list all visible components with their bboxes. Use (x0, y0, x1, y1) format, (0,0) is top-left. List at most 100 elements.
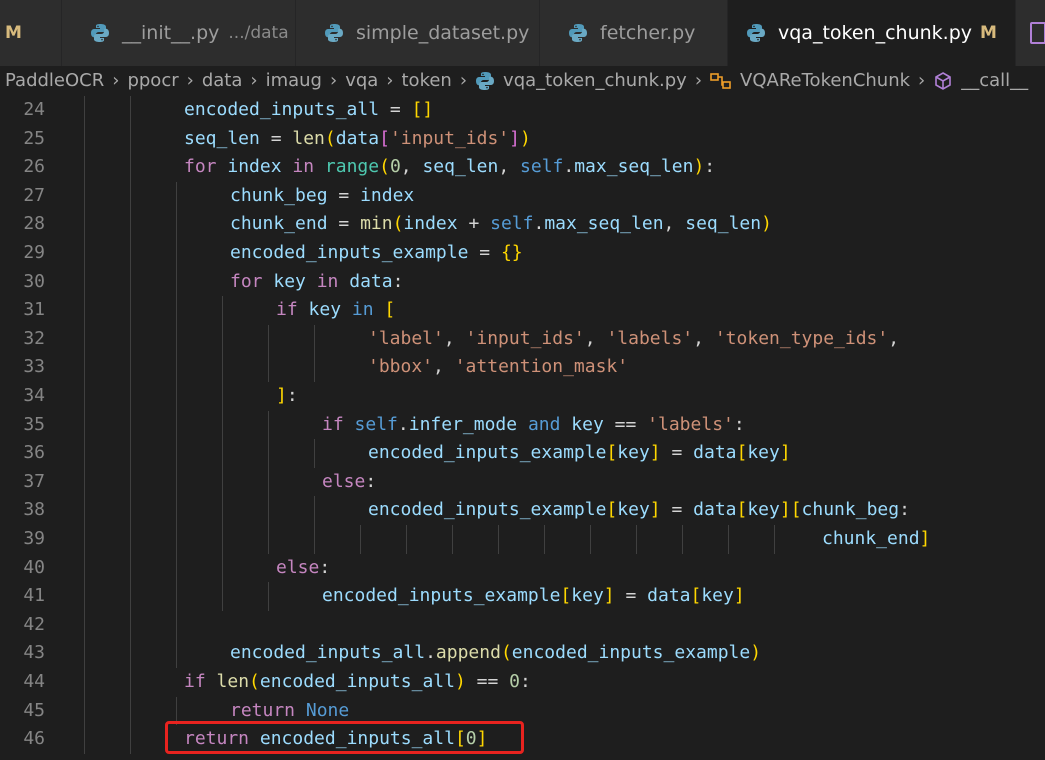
code-token: key (297, 299, 352, 321)
code-line[interactable]: 42 (0, 610, 1045, 640)
line-number: 40 (23, 556, 45, 578)
code-line[interactable]: 30 for key in data: (0, 267, 1045, 297)
breadcrumb-item-7[interactable]: VQAReTokenChunk (710, 70, 910, 91)
indent-guide (130, 267, 131, 297)
breadcrumb-item-8[interactable]: __call__ (933, 70, 1028, 91)
code-token: append (435, 642, 501, 664)
indent-guide (176, 496, 177, 525)
indent-guide (176, 210, 177, 239)
code-token: = (259, 127, 293, 149)
code-line[interactable]: 36 encoded_inputs_example[key] = data[key… (0, 439, 1045, 468)
code-token: ) (520, 127, 531, 149)
code-token: ] (649, 442, 661, 464)
breadcrumb-label: vqa_token_chunk.py (503, 69, 687, 91)
code-line[interactable]: 44 if len(encoded_inputs_all) == 0: (0, 668, 1045, 697)
code-token: [ (454, 728, 466, 750)
code-line[interactable]: 28 chunk_end = min(index + self.max_seq_l… (0, 210, 1045, 239)
code-line[interactable]: 33 'bbox', 'attention_mask' (0, 353, 1045, 382)
code-line[interactable]: 45 return None (0, 696, 1045, 726)
code-line[interactable]: 41 encoded_inputs_example[key] = data[key… (0, 582, 1045, 611)
breadcrumb-label: data (201, 69, 243, 91)
code-token: = (614, 585, 648, 607)
indent-guide (130, 496, 131, 525)
breadcrumb-label: VQAReTokenChunk (740, 69, 911, 91)
code-line[interactable]: 27 chunk_beg = index (0, 181, 1045, 211)
line-number: 33 (23, 356, 45, 378)
code-line[interactable]: 39 chunk_end] (0, 525, 1045, 554)
code-line[interactable]: 25 seq_len = len(data['input_ids']) (0, 124, 1045, 154)
indent-guide (176, 382, 177, 411)
line-number: 44 (23, 671, 45, 692)
python-file-icon (90, 23, 110, 43)
breadcrumb-item-4[interactable]: vqa (345, 70, 378, 91)
tab-0[interactable]: M (0, 0, 62, 66)
breadcrumb: PaddleOCR › ppocr › data › imaug › vqa › token › vqa… (0, 66, 1045, 94)
breadcrumb-item-3[interactable]: imaug (266, 70, 322, 91)
code-line[interactable]: 38 encoded_inputs_example[key] = data[key… (0, 496, 1045, 525)
code-text: return encoded_inputs_all[0] (184, 725, 487, 754)
indent-guide (84, 696, 85, 726)
code-token: seq_len (422, 156, 499, 178)
code-line[interactable]: 34]: (0, 382, 1045, 411)
code-line[interactable]: 32 'label', 'input_ids', 'labels', 'token… (0, 324, 1045, 354)
indent-guide (176, 267, 177, 297)
tab-2[interactable]: simple_dataset.py (296, 0, 540, 66)
breadcrumb-item-2[interactable]: data (202, 70, 243, 91)
indent-guide (84, 553, 85, 583)
code-token: 'attention_mask' (454, 356, 629, 378)
line-number: 42 (23, 613, 45, 635)
python-file-icon (324, 23, 344, 43)
indent-guide (636, 525, 637, 554)
indent-guide (268, 582, 269, 611)
indent-guide (84, 353, 85, 382)
code-token: . (425, 642, 436, 664)
code-token: , (498, 156, 521, 178)
code-line[interactable]: 37 else: (0, 467, 1045, 497)
code-token: data (693, 442, 737, 464)
code-line[interactable]: 46 return encoded_inputs_all[0] (0, 725, 1045, 754)
code-token: self (354, 413, 398, 435)
code-editor[interactable]: 24 encoded_inputs_all = [] 25 seq_len = len… (0, 94, 1045, 760)
code-line[interactable]: 40 else: (0, 553, 1045, 583)
indent-guide (130, 153, 131, 182)
indent-guide (84, 496, 85, 525)
breadcrumb-item-5[interactable]: token (402, 70, 452, 91)
breadcrumb-item-6[interactable]: vqa_token_chunk.py (475, 70, 687, 91)
indent-guide (314, 324, 315, 354)
code-token: return (184, 728, 250, 750)
indent-guide (84, 639, 85, 668)
indent-guide (130, 553, 131, 583)
code-token: == (614, 413, 648, 435)
code-token: ( (324, 127, 336, 149)
indent-guide (84, 668, 85, 697)
code-line[interactable]: 24 encoded_inputs_all = [] (0, 96, 1045, 125)
indent-guide (222, 410, 223, 440)
code-line[interactable]: 43 encoded_inputs_all.append(encoded_inpu… (0, 639, 1045, 668)
tab-3[interactable]: fetcher.py (540, 0, 728, 66)
indent-guide (222, 582, 223, 611)
tab-1[interactable]: __init__.py .../data (62, 0, 296, 66)
code-text: encoded_inputs_example[key] = data[key][… (368, 496, 910, 525)
breadcrumb-item-0[interactable]: PaddleOCR (5, 70, 104, 91)
code-token: 'token_type_ids' (714, 327, 889, 349)
line-number: 26 (23, 156, 45, 178)
code-token: chunk_beg (230, 184, 328, 206)
code-token: ] (733, 585, 745, 607)
code-line[interactable]: 35 if self.infer_mode and key == 'labels'… (0, 410, 1045, 440)
code-token: : (365, 470, 377, 492)
indent-guide (130, 239, 131, 268)
breadcrumb-item-1[interactable]: ppocr (127, 70, 178, 91)
code-line[interactable]: 26 for index in range(0, seq_len, self.ma… (0, 153, 1045, 182)
indent-guide (84, 382, 85, 411)
code-token: 0 (389, 156, 401, 178)
indent-guide (176, 353, 177, 382)
code-token: in (316, 270, 339, 292)
code-line[interactable]: 31 if key in [ (0, 296, 1045, 325)
tab-4[interactable]: vqa_token_chunk.pyM✕ (728, 0, 1016, 66)
tab-5[interactable] (1016, 0, 1045, 66)
line-number: 38 (23, 499, 45, 521)
code-text: encoded_inputs_all = [] (184, 96, 433, 125)
code-line[interactable]: 29 encoded_inputs_example = {} (0, 239, 1045, 268)
